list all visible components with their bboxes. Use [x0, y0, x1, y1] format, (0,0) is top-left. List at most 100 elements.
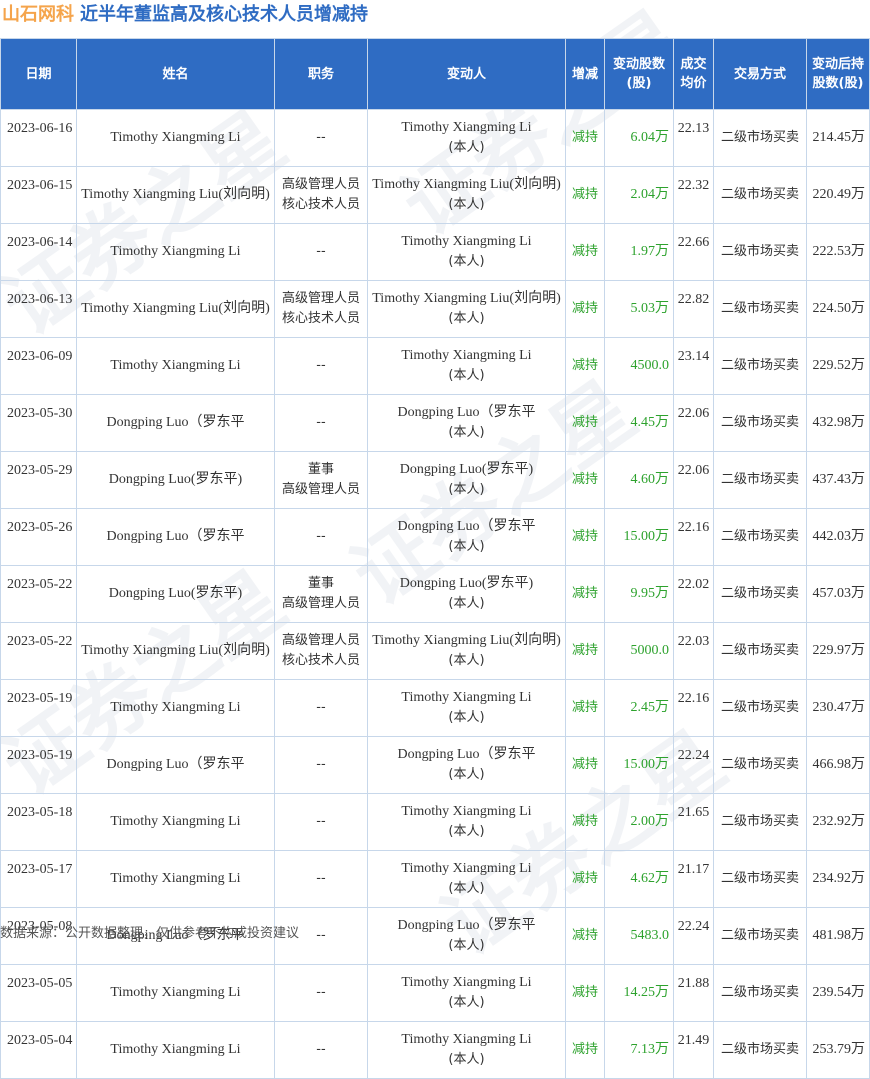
position-line: 高级管理人员: [281, 482, 360, 497]
cell-method: 二级市场买卖: [713, 964, 807, 1022]
table-row: 2023-05-26 Dongping Luo（罗东平 -- Dongping Luo…: [0, 508, 870, 566]
cell-name: Timothy Xiangming Li: [76, 109, 275, 167]
cell-name: Dongping Luo(罗东平): [76, 451, 275, 509]
table-row: 2023-05-19 Timothy Xiangming Li -- Timothy …: [0, 679, 870, 737]
cell-method: 二级市场买卖: [713, 451, 807, 509]
brand-name: 山石网科: [2, 4, 74, 25]
cell-position: 高级管理人员 核心技术人员: [274, 622, 368, 680]
cell-amount: 2.04万: [604, 166, 674, 224]
cell-action: 减持: [565, 793, 605, 851]
position-line: --: [316, 358, 326, 373]
cell-action: 减持: [565, 736, 605, 794]
cell-amount: 4.45万: [604, 394, 674, 452]
changer-relation: (本人): [448, 824, 485, 839]
cell-price: 22.16: [673, 508, 714, 566]
cell-price: 22.24: [673, 736, 714, 794]
changer-name: Timothy Xiangming Li: [401, 690, 532, 705]
cell-after: 457.03万: [806, 565, 870, 623]
cell-position: 高级管理人员 核心技术人员: [274, 166, 368, 224]
cell-position: --: [274, 337, 368, 395]
cell-amount: 1.97万: [604, 223, 674, 281]
header-date: 日期: [0, 38, 77, 110]
position-line: 董事: [307, 462, 334, 477]
cell-amount: 15.00万: [604, 736, 674, 794]
cell-date: 2023-05-17: [0, 850, 77, 908]
cell-date: 2023-06-16: [0, 109, 77, 167]
cell-name: Timothy Xiangming Liu(刘向明): [76, 166, 275, 224]
table-row: 2023-05-17 Timothy Xiangming Li -- Timothy …: [0, 850, 870, 908]
cell-action: 减持: [565, 622, 605, 680]
table-row: 2023-05-18 Timothy Xiangming Li -- Timothy …: [0, 793, 870, 851]
cell-changer: Timothy Xiangming Li (本人): [367, 964, 566, 1022]
cell-position: --: [274, 793, 368, 851]
cell-changer: Timothy Xiangming Liu(刘向明) (本人): [367, 166, 566, 224]
position-line: 董事: [307, 576, 334, 591]
table-row: 2023-05-22 Dongping Luo(罗东平) 董事 高级管理人员 Dongp…: [0, 565, 870, 623]
cell-after: 234.92万: [806, 850, 870, 908]
table-row: 2023-05-05 Timothy Xiangming Li -- Timothy …: [0, 964, 870, 1022]
cell-changer: Timothy Xiangming Li (本人): [367, 337, 566, 395]
position-line: 核心技术人员: [281, 197, 360, 212]
cell-position: --: [274, 1021, 368, 1079]
header-after: 变动后持股数(股): [806, 38, 870, 110]
header-changer: 变动人: [367, 38, 566, 110]
cell-changer: Timothy Xiangming Li (本人): [367, 850, 566, 908]
table-row: 2023-05-29 Dongping Luo(罗东平) 董事 高级管理人员 Dongp…: [0, 451, 870, 509]
cell-price: 21.17: [673, 850, 714, 908]
cell-name: Timothy Xiangming Liu(刘向明): [76, 622, 275, 680]
changer-relation: (本人): [448, 710, 485, 725]
position-line: 高级管理人员: [281, 633, 360, 648]
table-row: 2023-05-19 Dongping Luo（罗东平 -- Dongping Luo…: [0, 736, 870, 794]
changer-name: Timothy Xiangming Liu(刘向明): [372, 633, 561, 648]
cell-date: 2023-05-22: [0, 622, 77, 680]
cell-date: 2023-05-30: [0, 394, 77, 452]
cell-changer: Timothy Xiangming Li (本人): [367, 679, 566, 737]
position-line: 核心技术人员: [281, 311, 360, 326]
cell-name: Dongping Luo(罗东平): [76, 565, 275, 623]
changer-relation: (本人): [448, 425, 485, 440]
cell-after: 229.97万: [806, 622, 870, 680]
cell-changer: Dongping Luo（罗东平 (本人): [367, 907, 566, 965]
cell-position: 高级管理人员 核心技术人员: [274, 280, 368, 338]
cell-after: 466.98万: [806, 736, 870, 794]
cell-amount: 9.95万: [604, 565, 674, 623]
cell-changer: Timothy Xiangming Li (本人): [367, 109, 566, 167]
cell-method: 二级市场买卖: [713, 166, 807, 224]
changer-relation: (本人): [448, 197, 485, 212]
cell-price: 22.32: [673, 166, 714, 224]
cell-action: 减持: [565, 1021, 605, 1079]
cell-name: Timothy Xiangming Li: [76, 1021, 275, 1079]
cell-position: --: [274, 679, 368, 737]
cell-method: 二级市场买卖: [713, 109, 807, 167]
cell-price: 22.06: [673, 451, 714, 509]
cell-after: 232.92万: [806, 793, 870, 851]
changer-relation: (本人): [448, 311, 485, 326]
changer-name: Dongping Luo（罗东平: [397, 519, 536, 534]
changer-name: Dongping Luo（罗东平: [397, 747, 536, 762]
cell-after: 442.03万: [806, 508, 870, 566]
changer-name: Dongping Luo（罗东平: [397, 918, 536, 933]
cell-method: 二级市场买卖: [713, 736, 807, 794]
cell-changer: Dongping Luo(罗东平) (本人): [367, 565, 566, 623]
header-position: 职务: [274, 38, 368, 110]
cell-action: 减持: [565, 109, 605, 167]
cell-method: 二级市场买卖: [713, 337, 807, 395]
position-line: --: [316, 871, 326, 886]
changer-relation: (本人): [448, 140, 485, 155]
cell-price: 22.13: [673, 109, 714, 167]
cell-date: 2023-06-14: [0, 223, 77, 281]
cell-changer: Timothy Xiangming Li (本人): [367, 223, 566, 281]
cell-changer: Dongping Luo（罗东平 (本人): [367, 508, 566, 566]
cell-date: 2023-05-18: [0, 793, 77, 851]
cell-after: 437.43万: [806, 451, 870, 509]
cell-after: 220.49万: [806, 166, 870, 224]
title-bar: 山石网科 近半年董监高及核心技术人员增减持: [0, 0, 870, 30]
cell-date: 2023-05-04: [0, 1021, 77, 1079]
header-method: 交易方式: [713, 38, 807, 110]
changer-relation: (本人): [448, 881, 485, 896]
cell-amount: 5000.0: [604, 622, 674, 680]
cell-changer: Timothy Xiangming Li (本人): [367, 793, 566, 851]
cell-method: 二级市场买卖: [713, 508, 807, 566]
position-line: 高级管理人员: [281, 177, 360, 192]
cell-after: 253.79万: [806, 1021, 870, 1079]
